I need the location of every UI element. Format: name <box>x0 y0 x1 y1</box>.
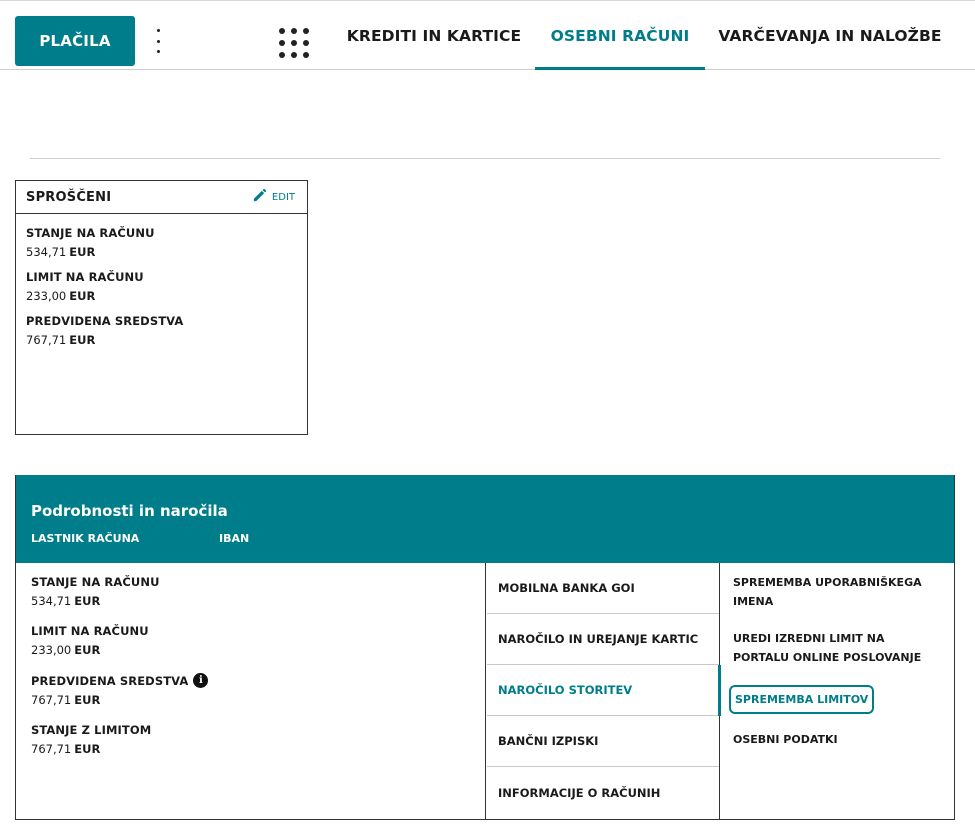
card-available-amount: 767,71 <box>26 333 67 347</box>
balance-with-limit-item: STANJE Z LIMITOM 767,71 EUR <box>31 723 470 756</box>
available-label: PREDVIDENA SREDSTVA <box>31 673 189 688</box>
card-balance: STANJE NA RAČUNU 534,71 EUR <box>26 226 297 259</box>
balance-with-limit-label: STANJE Z LIMITOM <box>31 723 152 737</box>
available-currency: EUR <box>74 693 101 707</box>
card-limit: LIMIT NA RAČUNU 233,00 EUR <box>26 270 297 303</box>
services-submenu: SPREMEMBA UPORABNIŠKEGA IMENA UREDI IZRE… <box>721 563 955 819</box>
balance-currency: EUR <box>74 594 101 608</box>
edit-button[interactable]: EDIT <box>252 188 295 206</box>
menu-item-bancni-izpiski[interactable]: BANČNI IZPISKI <box>487 716 719 767</box>
card-limit-currency: EUR <box>69 289 96 303</box>
submenu-uredi-izredni-limit[interactable]: UREDI IZREDNI LIMIT NA PORTALU ONLINE PO… <box>729 629 947 667</box>
submenu-sprememba-uporabniskega-imena[interactable]: SPREMEMBA UPORABNIŠKEGA IMENA <box>729 573 947 611</box>
details-panel: Podrobnosti in naročila LASTNIK RAČUNA I… <box>15 475 955 820</box>
available-item: PREDVIDENA SREDSTVA i 767,71 EUR <box>31 673 470 707</box>
tab-krediti-in-kartice[interactable]: KREDITI IN KARTICE <box>340 1 528 70</box>
tab-osebni-racuni[interactable]: OSEBNI RAČUNI <box>535 1 705 70</box>
account-card-header: SPROŠČENI EDIT <box>16 181 307 214</box>
card-available: PREDVIDENA SREDSTVA 767,71 EUR <box>26 314 297 347</box>
limit-label: LIMIT NA RAČUNU <box>31 624 149 638</box>
balance-item: STANJE NA RAČUNU 534,71 EUR <box>31 575 470 608</box>
card-limit-amount: 233,00 <box>26 289 67 303</box>
limit-item: LIMIT NA RAČUNU 233,00 EUR <box>31 624 470 657</box>
balances-column: STANJE NA RAČUNU 534,71 EUR LIMIT NA RAČU… <box>16 563 486 819</box>
card-balance-currency: EUR <box>69 245 96 259</box>
card-available-currency: EUR <box>69 333 96 347</box>
menu-item-narocilo-storitev[interactable]: NAROČILO STORITEV <box>487 665 721 716</box>
placila-button[interactable]: PLAČILA <box>15 16 135 66</box>
card-balance-amount: 534,71 <box>26 245 67 259</box>
card-limit-label: LIMIT NA RAČUNU <box>26 270 144 284</box>
section-divider <box>30 158 940 159</box>
submenu-sprememba-limitov[interactable]: SPREMEMBA LIMITOV <box>729 685 875 714</box>
pencil-icon <box>252 188 267 206</box>
details-title: Podrobnosti in naročila <box>31 502 228 520</box>
limit-amount: 233,00 <box>31 643 72 657</box>
limit-currency: EUR <box>74 643 101 657</box>
info-icon[interactable]: i <box>193 673 209 688</box>
top-navigation-bar: PLAČILA KREDITI IN KARTICE OSEBNI RAČUNI… <box>0 0 975 70</box>
details-header: Podrobnosti in naročila LASTNIK RAČUNA I… <box>16 475 954 563</box>
account-card[interactable]: SPROŠČENI EDIT STANJE NA RAČUNU 534,71 EU… <box>15 180 308 435</box>
balance-with-limit-currency: EUR <box>74 742 101 756</box>
account-owner-label: LASTNIK RAČUNA <box>31 532 140 545</box>
card-balance-label: STANJE NA RAČUNU <box>26 226 155 240</box>
menu-item-kartice[interactable]: NAROČILO IN UREJANJE KARTIC <box>487 614 719 665</box>
kebab-menu-icon[interactable] <box>150 29 166 53</box>
account-card-title: SPROŠČENI <box>26 189 112 205</box>
menu-item-informacije[interactable]: INFORMACIJE O RAČUNIH <box>487 767 719 818</box>
apps-grid-icon[interactable] <box>279 28 315 64</box>
tab-varcevanja-in-nalozbe[interactable]: VARČEVANJA IN NALOŽBE <box>712 1 948 70</box>
balance-label: STANJE NA RAČUNU <box>31 575 160 589</box>
balance-amount: 534,71 <box>31 594 72 608</box>
submenu-osebni-podatki[interactable]: OSEBNI PODATKI <box>729 730 947 749</box>
edit-label: EDIT <box>271 191 295 203</box>
card-available-label: PREDVIDENA SREDSTVA <box>26 314 184 328</box>
services-menu: MOBILNA BANKA GOI NAROČILO IN UREJANJE K… <box>487 563 721 819</box>
available-amount: 767,71 <box>31 693 72 707</box>
balance-with-limit-amount: 767,71 <box>31 742 72 756</box>
iban-label: IBAN <box>219 532 250 545</box>
menu-item-mobilna-banka[interactable]: MOBILNA BANKA GOI <box>487 563 719 614</box>
